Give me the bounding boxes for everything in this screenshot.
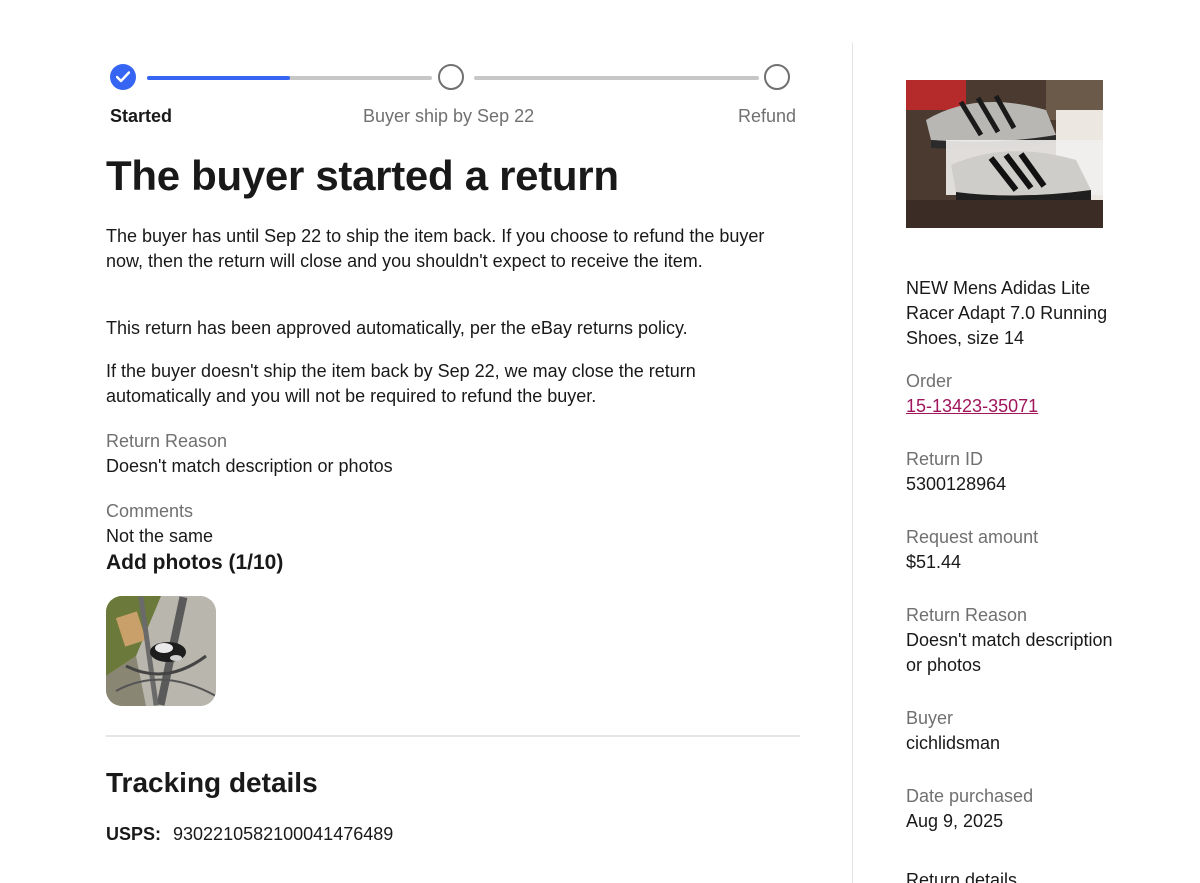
section-divider: [106, 735, 800, 737]
return-details-page: Started Buyer ship by Sep 22 Refund The …: [0, 0, 1200, 883]
return-reason-section: Return Reason Doesn't match description …: [106, 429, 393, 479]
page-title: The buyer started a return: [106, 152, 619, 199]
progress-track-1: [147, 76, 432, 80]
date-purchased-value: Aug 9, 2025: [906, 811, 1004, 831]
buyer-value: cichlidsman: [906, 733, 1001, 753]
return-reason-label: Return Reason: [106, 431, 228, 451]
return-id-section: Return ID 5300128964: [906, 447, 1121, 497]
add-photos-heading: Add photos (1/10): [106, 551, 284, 574]
sidebar-return-reason-label: Return Reason: [906, 605, 1028, 625]
tracking-number[interactable]: 9302210582100041476489: [173, 824, 393, 844]
request-amount-value: $51.44: [906, 552, 962, 572]
return-id-label: Return ID: [906, 449, 984, 469]
tracking-row: USPS: 9302210582100041476489: [106, 822, 393, 846]
item-title[interactable]: NEW Mens Adidas Lite Racer Adapt 7.0 Run…: [906, 276, 1121, 351]
step-refund-circle-icon: [764, 64, 790, 90]
date-purchased-label: Date purchased: [906, 786, 1034, 806]
item-photo-image: [906, 80, 1103, 228]
return-details-heading: Return details: [906, 870, 1018, 883]
main-content: The buyer started a return The buyer has…: [106, 150, 806, 844]
tracking-carrier: USPS:: [106, 824, 162, 844]
step-started-check-icon: [110, 64, 136, 90]
auto-approval-paragraph: This return has been approved automatica…: [106, 318, 688, 338]
order-section: Order 15-13423-35071: [906, 369, 1121, 419]
step-ship-label: Buyer ship by Sep 22: [363, 106, 535, 126]
request-amount-label: Request amount: [906, 527, 1039, 547]
return-progress-stepper: Started Buyer ship by Sep 22 Refund: [110, 64, 796, 130]
item-photo[interactable]: [906, 80, 1103, 228]
comments-value: Not the same: [106, 526, 214, 546]
return-reason-value: Doesn't match description or photos: [106, 456, 393, 476]
tracking-details-heading: Tracking details: [106, 767, 318, 798]
comments-label: Comments: [106, 501, 194, 521]
step-started-label: Started: [110, 106, 173, 126]
return-id-value: 5300128964: [906, 474, 1007, 494]
sidebar-divider: [852, 42, 853, 883]
date-purchased-section: Date purchased Aug 9, 2025: [906, 784, 1121, 834]
step-refund-label: Refund: [737, 106, 796, 126]
buyer-photo-image: [106, 596, 216, 706]
return-details-section: Return details: [906, 868, 1121, 883]
comments-section: Comments Not the same: [106, 499, 213, 549]
step-ship-circle-icon: [438, 64, 464, 90]
buyer-section: Buyer cichlidsman: [906, 706, 1121, 756]
buyer-label: Buyer: [906, 708, 954, 728]
order-number-link[interactable]: 15-13423-35071: [906, 394, 1121, 419]
sidebar-return-reason-section: Return Reason Doesn't match description …: [906, 603, 1121, 678]
progress-track-2: [474, 76, 759, 80]
progress-track-1-fill: [147, 76, 290, 80]
request-amount-section: Request amount $51.44: [906, 525, 1121, 575]
order-label: Order: [906, 371, 953, 391]
auto-close-paragraph: If the buyer doesn't ship the item back …: [106, 361, 696, 406]
return-info-paragraph: The buyer has until Sep 22 to ship the i…: [106, 226, 765, 271]
sidebar-return-reason-value: Doesn't match description or photos: [906, 630, 1113, 675]
buyer-photo-thumbnail[interactable]: [106, 596, 216, 706]
